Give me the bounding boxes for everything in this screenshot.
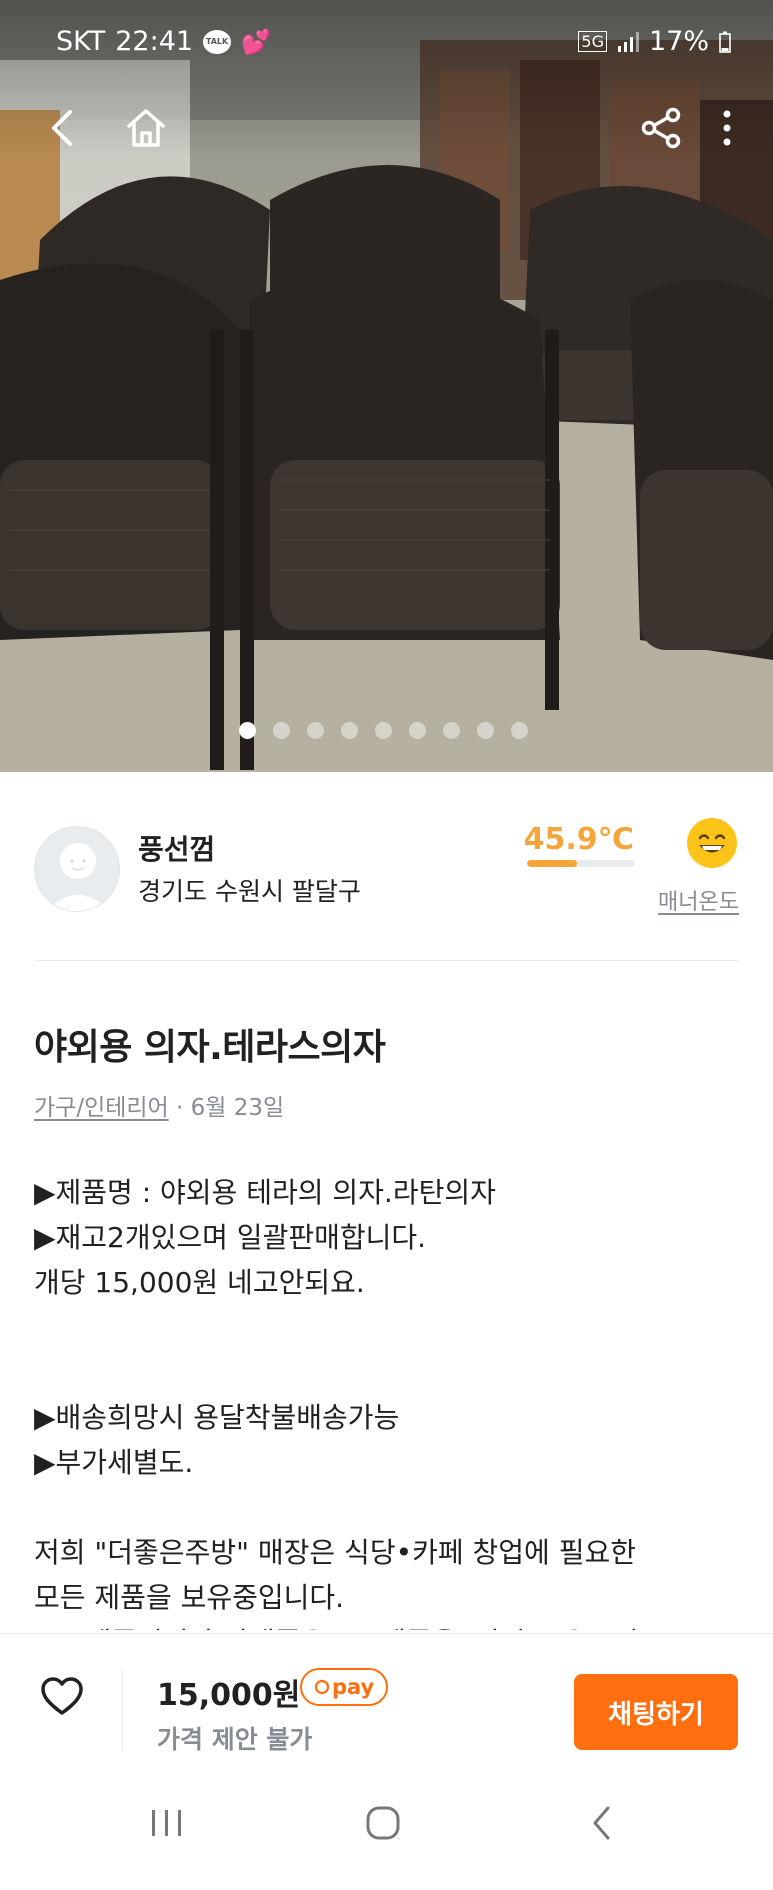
avatar[interactable] (34, 826, 120, 912)
product-photo[interactable]: SKT 22:41 TALK 💕 5G 17% (0, 0, 773, 772)
heart-notification-icon: 💕 (241, 27, 271, 56)
manner-temperature-fill (527, 860, 578, 867)
seller-profile[interactable]: 풍선껌 경기도 수원시 팔달구 45.9℃ 매너온도 (34, 818, 739, 922)
price: 15,000원 (157, 1678, 301, 1713)
pager-dot[interactable] (341, 722, 358, 739)
carrier-label: SKT (56, 26, 106, 57)
description-line: 저희 "더좋은주방" 매장은 식당•카페 창업에 필요한 (34, 1536, 636, 1569)
pager-dot[interactable] (239, 722, 256, 739)
pager-dot[interactable] (511, 722, 528, 739)
smiling-face-icon (687, 818, 737, 868)
category-link[interactable]: 가구/인테리어 (34, 1095, 169, 1121)
manner-temperature-link[interactable]: 매너온도 (658, 884, 739, 916)
description-line: 개당 15,000원 네고안되요. (34, 1266, 365, 1299)
post-meta: 가구/인테리어 · 6월 23일 (34, 1088, 284, 1122)
section-divider (34, 960, 739, 961)
kakaotalk-icon: TALK (203, 29, 232, 54)
description-line: ▶재고2개있으며 일괄판매합니다. (34, 1221, 427, 1254)
clock: 22:41 (115, 26, 194, 57)
description-line: ▶부가세별도. (34, 1446, 194, 1479)
battery-icon (719, 31, 731, 53)
purchase-bar: 15,000원 pay 가격 제안 불가 채팅하기 (0, 1633, 773, 1763)
description-line: 중고제품이지만 상태좋은A급 제품을 다량 보유중이 (34, 1620, 744, 1630)
recent-apps-button[interactable] (127, 1793, 207, 1853)
pager-dot[interactable] (273, 722, 290, 739)
description-line (34, 1350, 744, 1395)
pager-dot[interactable] (443, 722, 460, 739)
post-date: · 6월 23일 (168, 1095, 285, 1121)
manner-temperature: 45.9℃ (523, 822, 634, 857)
post-description: ▶제품명 : 야외용 테라의 의자.라탄의자 ▶재고2개있으며 일괄판매합니다. 개… (34, 1170, 744, 1630)
like-button[interactable] (30, 1664, 94, 1728)
more-vertical-icon (723, 110, 731, 146)
top-navigation (0, 96, 773, 160)
system-navigation-bar (0, 1763, 773, 1890)
pager-dot[interactable] (375, 722, 392, 739)
battery-label: 17% (648, 26, 709, 57)
manner-temperature-bar (527, 860, 635, 867)
description-line: ▶제품명 : 야외용 테라의 의자.라탄의자 (34, 1176, 496, 1209)
home-icon (127, 109, 165, 147)
pay-coin-icon (314, 1679, 330, 1695)
default-profile-icon (47, 843, 109, 911)
description-line: 모든 제품을 보유중입니다. (34, 1581, 345, 1614)
seller-location: 경기도 수원시 팔달구 (138, 877, 361, 906)
back-icon (52, 110, 72, 146)
home-circle-icon (366, 1806, 400, 1840)
status-bar: SKT 22:41 TALK 💕 5G 17% (0, 0, 773, 86)
network-label: 5G (578, 31, 607, 52)
price-offer-note: 가격 제안 불가 (157, 1725, 313, 1754)
recent-apps-icon (152, 1810, 181, 1836)
heart-outline-icon (41, 1677, 83, 1715)
description-line (34, 1305, 744, 1350)
chat-button[interactable]: 채팅하기 (574, 1674, 738, 1750)
back-button[interactable] (30, 96, 94, 160)
pay-badge-label: pay (332, 1675, 375, 1699)
system-home-button[interactable] (343, 1793, 423, 1853)
back-chevron-icon (593, 1806, 610, 1840)
home-button[interactable] (114, 96, 178, 160)
pager-dot[interactable] (409, 722, 426, 739)
share-button[interactable] (629, 96, 693, 160)
share-icon (641, 107, 681, 149)
photo-pager[interactable] (239, 722, 528, 739)
description-line (34, 1485, 744, 1530)
vertical-divider (122, 1668, 123, 1750)
post-title: 야외용 의자.테라스의자 (34, 1027, 386, 1068)
pager-dot[interactable] (477, 722, 494, 739)
description-line: ▶배송희망시 용달착불배송가능 (34, 1401, 400, 1434)
pager-dot[interactable] (307, 722, 324, 739)
signal-icon (617, 31, 639, 53)
pay-badge: pay (300, 1668, 389, 1706)
system-back-button[interactable] (562, 1793, 642, 1853)
seller-name[interactable]: 풍선껌 (138, 828, 215, 868)
more-button[interactable] (695, 96, 759, 160)
